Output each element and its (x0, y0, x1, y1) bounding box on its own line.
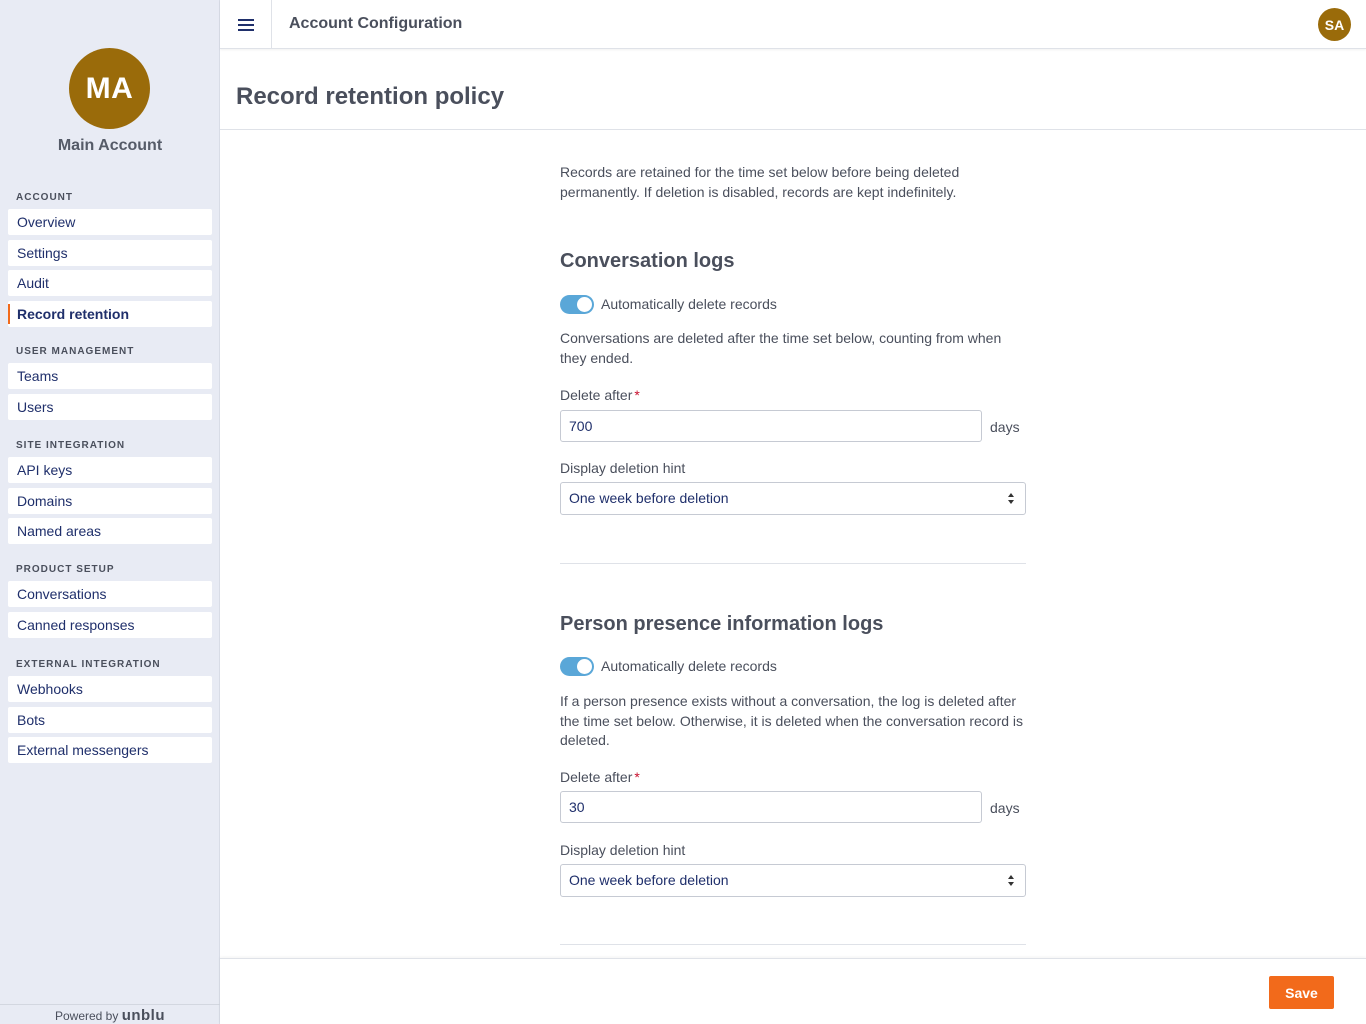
select-value: One week before deletion (569, 872, 729, 888)
section-divider (560, 944, 1026, 945)
sidebar-item-teams[interactable]: Teams (8, 363, 212, 389)
sort-caret-icon (1008, 875, 1014, 886)
sidebar-item-canned-responses[interactable]: Canned responses (8, 611, 212, 638)
save-button[interactable]: Save (1269, 976, 1334, 1009)
powered-by-label: Powered by (54, 1009, 119, 1023)
sidebar-item-overview[interactable]: Overview (8, 209, 212, 235)
sidebar-item-settings[interactable]: Settings (8, 239, 212, 266)
section-divider (560, 563, 1026, 564)
sidebar-item-users[interactable]: Users (8, 393, 212, 420)
nav-section-external-integration: EXTERNAL INTEGRATION Webhooks Bots Exter… (0, 658, 220, 768)
conversation-auto-delete-row: Automatically delete records (560, 294, 777, 314)
conversation-auto-delete-toggle[interactable] (560, 294, 594, 314)
hamburger-menu-icon (237, 18, 254, 31)
required-mark: * (634, 769, 640, 785)
required-mark: * (634, 387, 640, 403)
sidebar-item-record-retention[interactable]: Record retention (8, 300, 212, 327)
deletion-hint-label: Display deletion hint (560, 842, 686, 858)
presence-logs-description: If a person presence exists without a co… (560, 693, 1024, 748)
delete-after-label: Delete after * (560, 769, 640, 785)
conversation-logs-title: Conversation logs (560, 250, 735, 272)
nav-section-account: ACCOUNT Overview Settings Audit Record r… (0, 191, 220, 331)
brand-logo: unblu (121, 1007, 166, 1024)
nav-section-site-integration: SITE INTEGRATION API keys Domains Named … (0, 439, 220, 549)
presence-logs-title: Person presence information logs (560, 613, 884, 635)
footer-bar: Save (220, 958, 1366, 1024)
topbar: Account Configuration SA (220, 0, 1366, 49)
page-header: Record retention policy (220, 50, 1366, 130)
sort-caret-icon (1008, 493, 1014, 504)
user-avatar[interactable]: SA (1318, 8, 1351, 41)
sidebar-item-audit[interactable]: Audit (8, 270, 212, 296)
presence-deletion-hint-select[interactable]: One week before deletion (560, 864, 1026, 897)
days-unit: days (990, 800, 1020, 816)
nav-heading: ACCOUNT (16, 192, 73, 203)
nav-heading: EXTERNAL INTEGRATION (16, 659, 161, 670)
sidebar: MA Main Account ACCOUNT Overview Setting… (0, 0, 220, 1024)
sidebar-item-domains[interactable]: Domains (8, 487, 212, 514)
deletion-hint-label: Display deletion hint (560, 460, 686, 476)
sidebar-item-webhooks[interactable]: Webhooks (8, 676, 212, 702)
delete-after-label-text: Delete after (560, 387, 633, 403)
account-avatar: MA (69, 48, 150, 129)
nav-section-product-setup: PRODUCT SETUP Conversations Canned respo… (0, 563, 220, 642)
intro-text: Records are retained for the time set be… (560, 164, 960, 200)
nav-section-user-management: USER MANAGEMENT Teams Users (0, 345, 220, 424)
sidebar-item-named-areas[interactable]: Named areas (8, 518, 212, 544)
nav-heading: PRODUCT SETUP (16, 564, 115, 575)
menu-button[interactable] (220, 0, 272, 49)
presence-delete-after-input[interactable] (560, 791, 982, 823)
sidebar-item-conversations[interactable]: Conversations (8, 581, 212, 607)
select-value: One week before deletion (569, 490, 729, 506)
presence-auto-delete-row: Automatically delete records (560, 656, 777, 676)
page-title: Record retention policy (236, 83, 505, 110)
nav-heading: SITE INTEGRATION (16, 440, 126, 451)
nav-heading: USER MANAGEMENT (16, 346, 135, 357)
toggle-label: Automatically delete records (601, 658, 777, 674)
conversation-deletion-hint-select[interactable]: One week before deletion (560, 482, 1026, 515)
sidebar-item-bots[interactable]: Bots (8, 706, 212, 733)
delete-after-label: Delete after * (560, 387, 640, 403)
powered-by: Powered by unblu (0, 1004, 220, 1024)
sidebar-item-external-messengers[interactable]: External messengers (8, 737, 212, 763)
app-title: Account Configuration (289, 15, 463, 32)
delete-after-label-text: Delete after (560, 769, 633, 785)
sidebar-item-api-keys[interactable]: API keys (8, 457, 212, 483)
conversation-delete-after-input[interactable] (560, 410, 982, 442)
days-unit: days (990, 419, 1020, 435)
conversation-logs-description: Conversations are deleted after the time… (560, 330, 1002, 366)
presence-auto-delete-toggle[interactable] (560, 656, 594, 676)
toggle-label: Automatically delete records (601, 296, 777, 312)
account-name: Main Account (57, 137, 163, 154)
